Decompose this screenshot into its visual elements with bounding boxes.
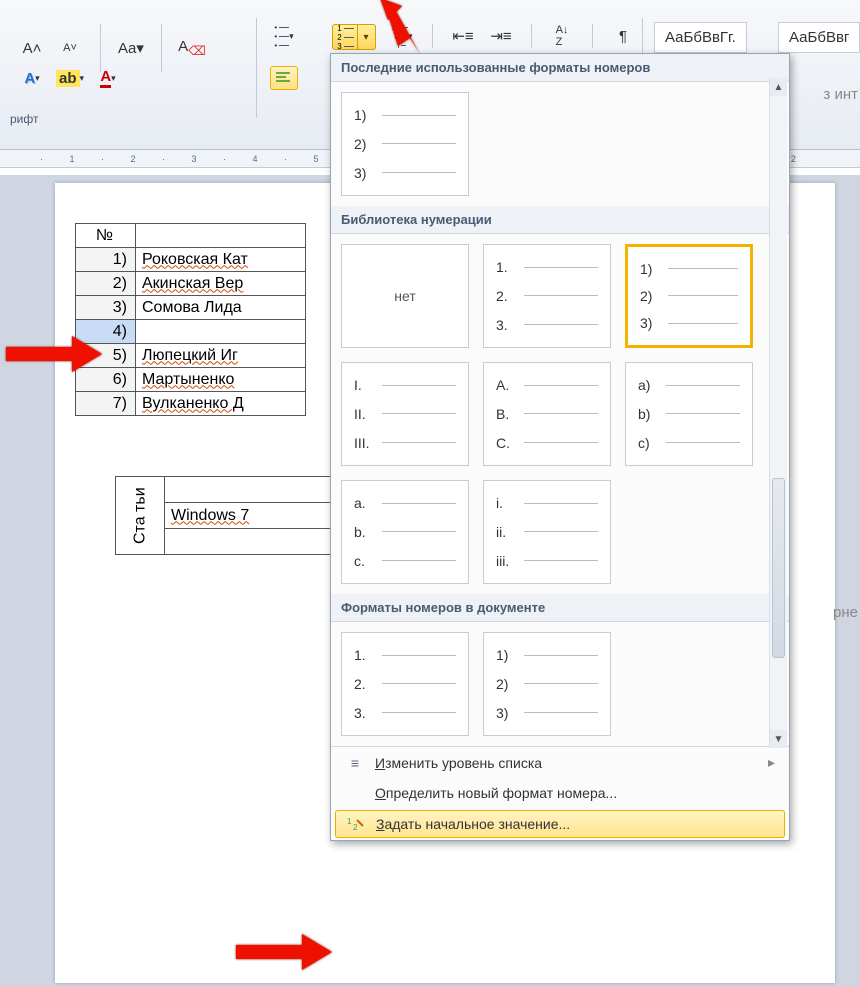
show-formatting-button[interactable]: ¶: [609, 24, 637, 48]
bullets-button[interactable]: •••▾: [270, 24, 298, 48]
svg-text:1: 1: [347, 817, 352, 826]
red-arrow-row4: [6, 336, 102, 372]
svg-text:2: 2: [353, 823, 358, 832]
format-lower-abc-dot[interactable]: a. b. c.: [341, 480, 469, 584]
red-arrow-top: [380, 0, 440, 58]
menu-set-value[interactable]: 12 Задать начальное значение...: [335, 810, 785, 838]
format-dot123[interactable]: 1. 2. 3.: [483, 244, 611, 348]
table-row[interactable]: 1): [76, 248, 136, 272]
text-effects-button[interactable]: A▾: [18, 66, 46, 90]
scroll-down-icon[interactable]: ▼: [770, 730, 787, 748]
scroll-thumb[interactable]: [772, 478, 785, 658]
format-dot123-doc[interactable]: 1. 2. 3.: [341, 632, 469, 736]
shrink-font-button[interactable]: A˅: [56, 36, 84, 60]
numbering-button[interactable]: 123 ▾: [332, 24, 376, 50]
section-library: Библиотека нумерации: [331, 206, 789, 234]
red-arrow-bottom: [236, 934, 332, 970]
sort-button[interactable]: A↓Z: [548, 24, 576, 48]
gallery-library: нет 1. 2. 3. 1) 2) 3) I. II. III. A. B. …: [331, 234, 789, 594]
style-option-1[interactable]: АаБбВвГг.: [654, 22, 747, 53]
format-none[interactable]: нет: [341, 244, 469, 348]
font-group-row1: A˄ A˅ Aa▾ A⌫: [18, 24, 206, 72]
paragraph-row1: •••▾: [270, 24, 298, 48]
font-group-label: рифт: [10, 112, 38, 126]
format-paren123-doc[interactable]: 1) 2) 3): [483, 632, 611, 736]
table-names[interactable]: № 1)Роковская Кат 2)Акинская Вер 3)Сомов…: [75, 223, 306, 416]
dropdown-footer: ≡ ИИзменить уровень списказменить уровен…: [331, 746, 789, 838]
align-left-button[interactable]: [270, 66, 298, 90]
section-recent: Последние использованные форматы номеров: [331, 54, 789, 82]
grow-font-button[interactable]: A˄: [18, 36, 46, 60]
ghost-text: з инт: [823, 86, 858, 103]
change-level-icon: ≡: [345, 755, 365, 771]
style-option-2[interactable]: АаБбВвг: [778, 22, 860, 53]
font-group-row2: A▾ ab▾ A▾: [18, 66, 122, 90]
table-row[interactable]: 3): [76, 296, 136, 320]
format-lower-abc-paren[interactable]: a) b) c): [625, 362, 753, 466]
format-paren123-selected[interactable]: 1) 2) 3): [625, 244, 753, 348]
table-row[interactable]: 2): [76, 272, 136, 296]
numbering-dropdown-caret[interactable]: ▾: [358, 32, 374, 43]
decrease-indent-button[interactable]: ⇤≡: [449, 24, 477, 48]
menu-change-level[interactable]: ≡ ИИзменить уровень списказменить уровен…: [331, 747, 789, 778]
format-paren123[interactable]: 1) 2) 3): [341, 92, 469, 196]
table-header-name: [136, 224, 306, 248]
rotated-label: Ста тьи: [116, 477, 165, 555]
format-upperABC[interactable]: A. B. C.: [483, 362, 611, 466]
font-color-button[interactable]: A▾: [94, 66, 122, 90]
set-value-icon: 12: [346, 816, 366, 832]
gallery-doc: 1. 2. 3. 1) 2) 3): [331, 622, 789, 746]
table-row[interactable]: 7): [76, 392, 136, 416]
format-roman[interactable]: I. II. III.: [341, 362, 469, 466]
gallery-recent: 1) 2) 3): [331, 82, 789, 206]
increase-indent-button[interactable]: ⇥≡: [487, 24, 515, 48]
numbering-dropdown: Последние использованные форматы номеров…: [330, 53, 790, 841]
table-header-num: №: [76, 224, 136, 248]
scroll-up-icon[interactable]: ▲: [770, 78, 787, 96]
change-case-button[interactable]: Aa▾: [117, 36, 145, 60]
table-articles[interactable]: Ста тьи Windows 7: [115, 476, 365, 555]
section-doc: Форматы номеров в документе: [331, 594, 789, 622]
dropdown-scrollbar[interactable]: ▲ ▼: [769, 78, 787, 748]
paragraph-row2: [270, 66, 298, 90]
menu-define-new[interactable]: Определить новый формат номера...: [331, 778, 789, 808]
clear-formatting-button[interactable]: A⌫: [178, 36, 206, 60]
ghost-text: рне: [833, 604, 858, 621]
format-lower-roman[interactable]: i. ii. iii.: [483, 480, 611, 584]
highlight-button[interactable]: ab▾: [56, 66, 84, 90]
